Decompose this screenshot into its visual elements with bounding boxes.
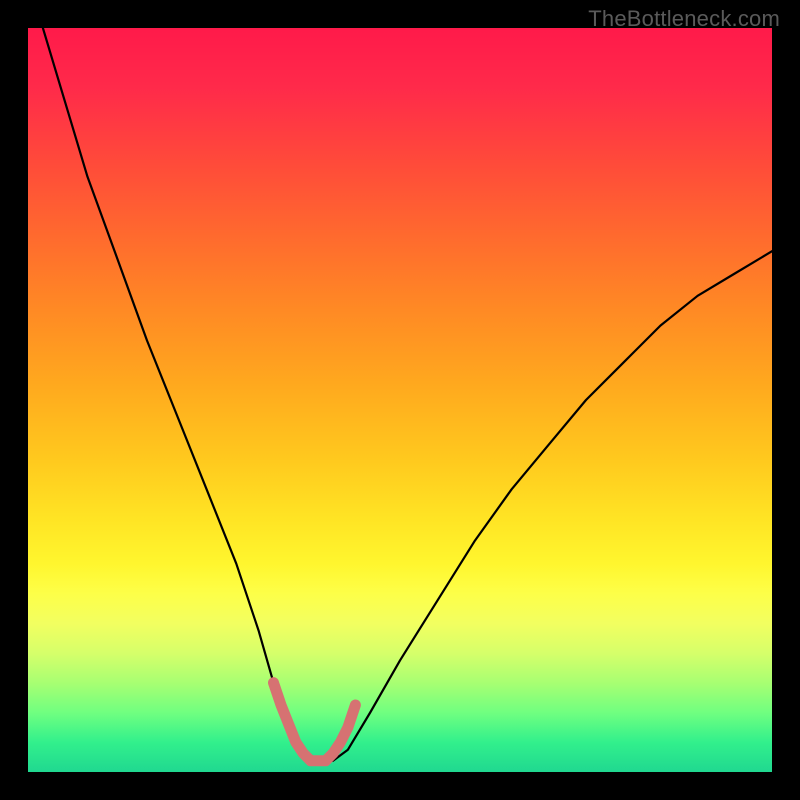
chart-wrapper: TheBottleneck.com [0,0,800,800]
valley-highlight-path [274,683,356,761]
plot-area [28,28,772,772]
curve-svg [28,28,772,772]
bottleneck-curve-path [43,28,772,761]
